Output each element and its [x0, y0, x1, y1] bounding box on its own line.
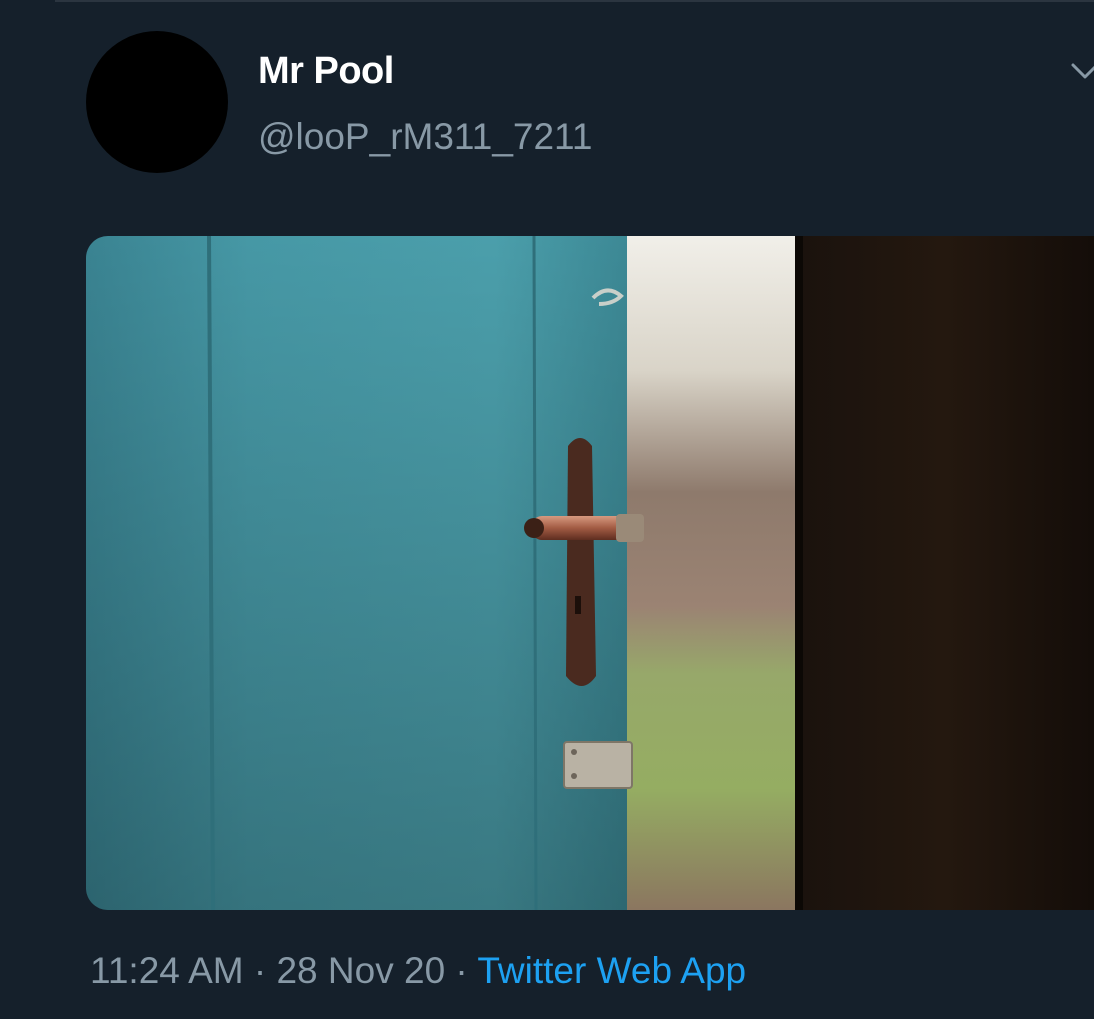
door-photo [86, 236, 1094, 910]
divider [55, 0, 1094, 2]
separator: · [243, 950, 277, 991]
separator: · [445, 950, 478, 991]
tweet-time[interactable]: 11:24 AM [90, 950, 244, 991]
tweet-image[interactable] [86, 236, 1094, 910]
display-name[interactable]: Mr Pool [258, 50, 394, 93]
chevron-down-icon[interactable] [1070, 60, 1094, 82]
tweet-meta: 11:24 AM · 28 Nov 20 · Twitter Web App [90, 950, 746, 992]
tweet-date[interactable]: 28 Nov 20 [276, 950, 445, 991]
tweet-card: Mr Pool @looP_rM311_7211 11:24 AM · 28 N… [0, 0, 1094, 1019]
user-handle[interactable]: @looP_rM311_7211 [258, 116, 592, 158]
avatar[interactable] [86, 31, 228, 173]
tweet-source-link[interactable]: Twitter Web App [477, 950, 746, 991]
